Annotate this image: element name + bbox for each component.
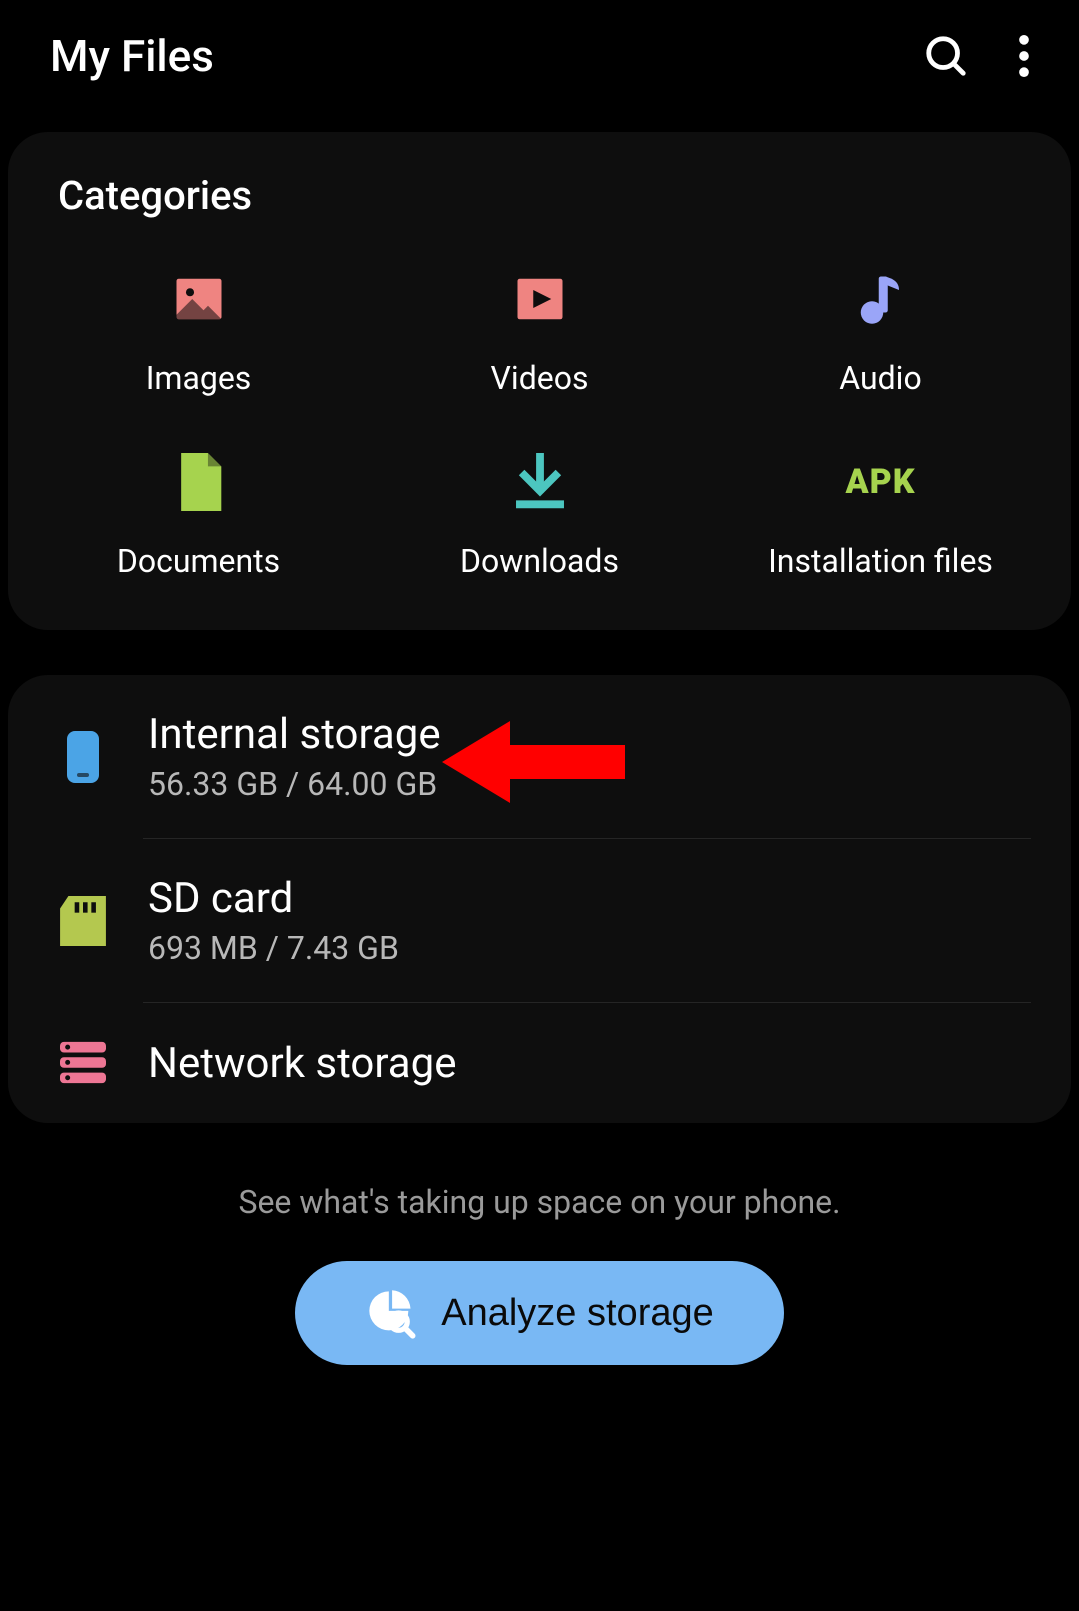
- app-title: My Files: [50, 30, 214, 82]
- storage-usage: 693 MB / 7.43 GB: [148, 929, 399, 967]
- storage-text: Network storage: [148, 1039, 457, 1088]
- categories-title: Categories: [8, 172, 1071, 244]
- category-audio[interactable]: Audio: [710, 269, 1051, 397]
- apk-icon: APK: [845, 452, 915, 512]
- search-button[interactable]: [923, 33, 969, 79]
- network-icon: [58, 1038, 108, 1088]
- storage-hint: See what's taking up space on your phone…: [0, 1183, 1079, 1221]
- category-documents[interactable]: Documents: [28, 452, 369, 580]
- category-label: Installation files: [768, 542, 993, 580]
- categories-grid: Images Videos Audio: [8, 244, 1071, 580]
- more-vertical-icon: [1019, 35, 1029, 77]
- category-videos[interactable]: Videos: [369, 269, 710, 397]
- storage-usage: 56.33 GB / 64.00 GB: [148, 765, 441, 803]
- category-label: Audio: [839, 359, 921, 397]
- category-label: Videos: [491, 359, 589, 397]
- category-installation-files[interactable]: APK Installation files: [710, 452, 1051, 580]
- storage-internal[interactable]: Internal storage 56.33 GB / 64.00 GB: [8, 675, 1071, 838]
- download-icon: [510, 452, 570, 512]
- storage-title: Network storage: [148, 1039, 457, 1088]
- document-icon: [169, 452, 229, 512]
- storage-card: Internal storage 56.33 GB / 64.00 GB SD …: [8, 675, 1071, 1123]
- categories-card: Categories Images Videos: [8, 132, 1071, 630]
- storage-text: SD card 693 MB / 7.43 GB: [148, 874, 399, 967]
- storage-title: SD card: [148, 874, 399, 923]
- storage-text: Internal storage 56.33 GB / 64.00 GB: [148, 710, 441, 803]
- storage-sdcard[interactable]: SD card 693 MB / 7.43 GB: [8, 839, 1071, 1002]
- app-header: My Files: [0, 0, 1079, 132]
- category-downloads[interactable]: Downloads: [369, 452, 710, 580]
- phone-icon: [58, 732, 108, 782]
- search-icon: [923, 33, 969, 79]
- more-options-button[interactable]: [1019, 35, 1029, 77]
- category-label: Documents: [117, 542, 280, 580]
- header-actions: [923, 33, 1029, 79]
- storage-title: Internal storage: [148, 710, 441, 759]
- category-label: Images: [146, 359, 252, 397]
- audio-icon: [851, 269, 911, 329]
- video-icon: [510, 269, 570, 329]
- image-icon: [169, 269, 229, 329]
- storage-network[interactable]: Network storage: [8, 1003, 1071, 1123]
- analyze-label: Analyze storage: [441, 1292, 714, 1335]
- analyze-icon: [365, 1287, 417, 1339]
- category-label: Downloads: [460, 542, 619, 580]
- sdcard-icon: [58, 896, 108, 946]
- category-images[interactable]: Images: [28, 269, 369, 397]
- analyze-storage-button[interactable]: Analyze storage: [295, 1261, 784, 1365]
